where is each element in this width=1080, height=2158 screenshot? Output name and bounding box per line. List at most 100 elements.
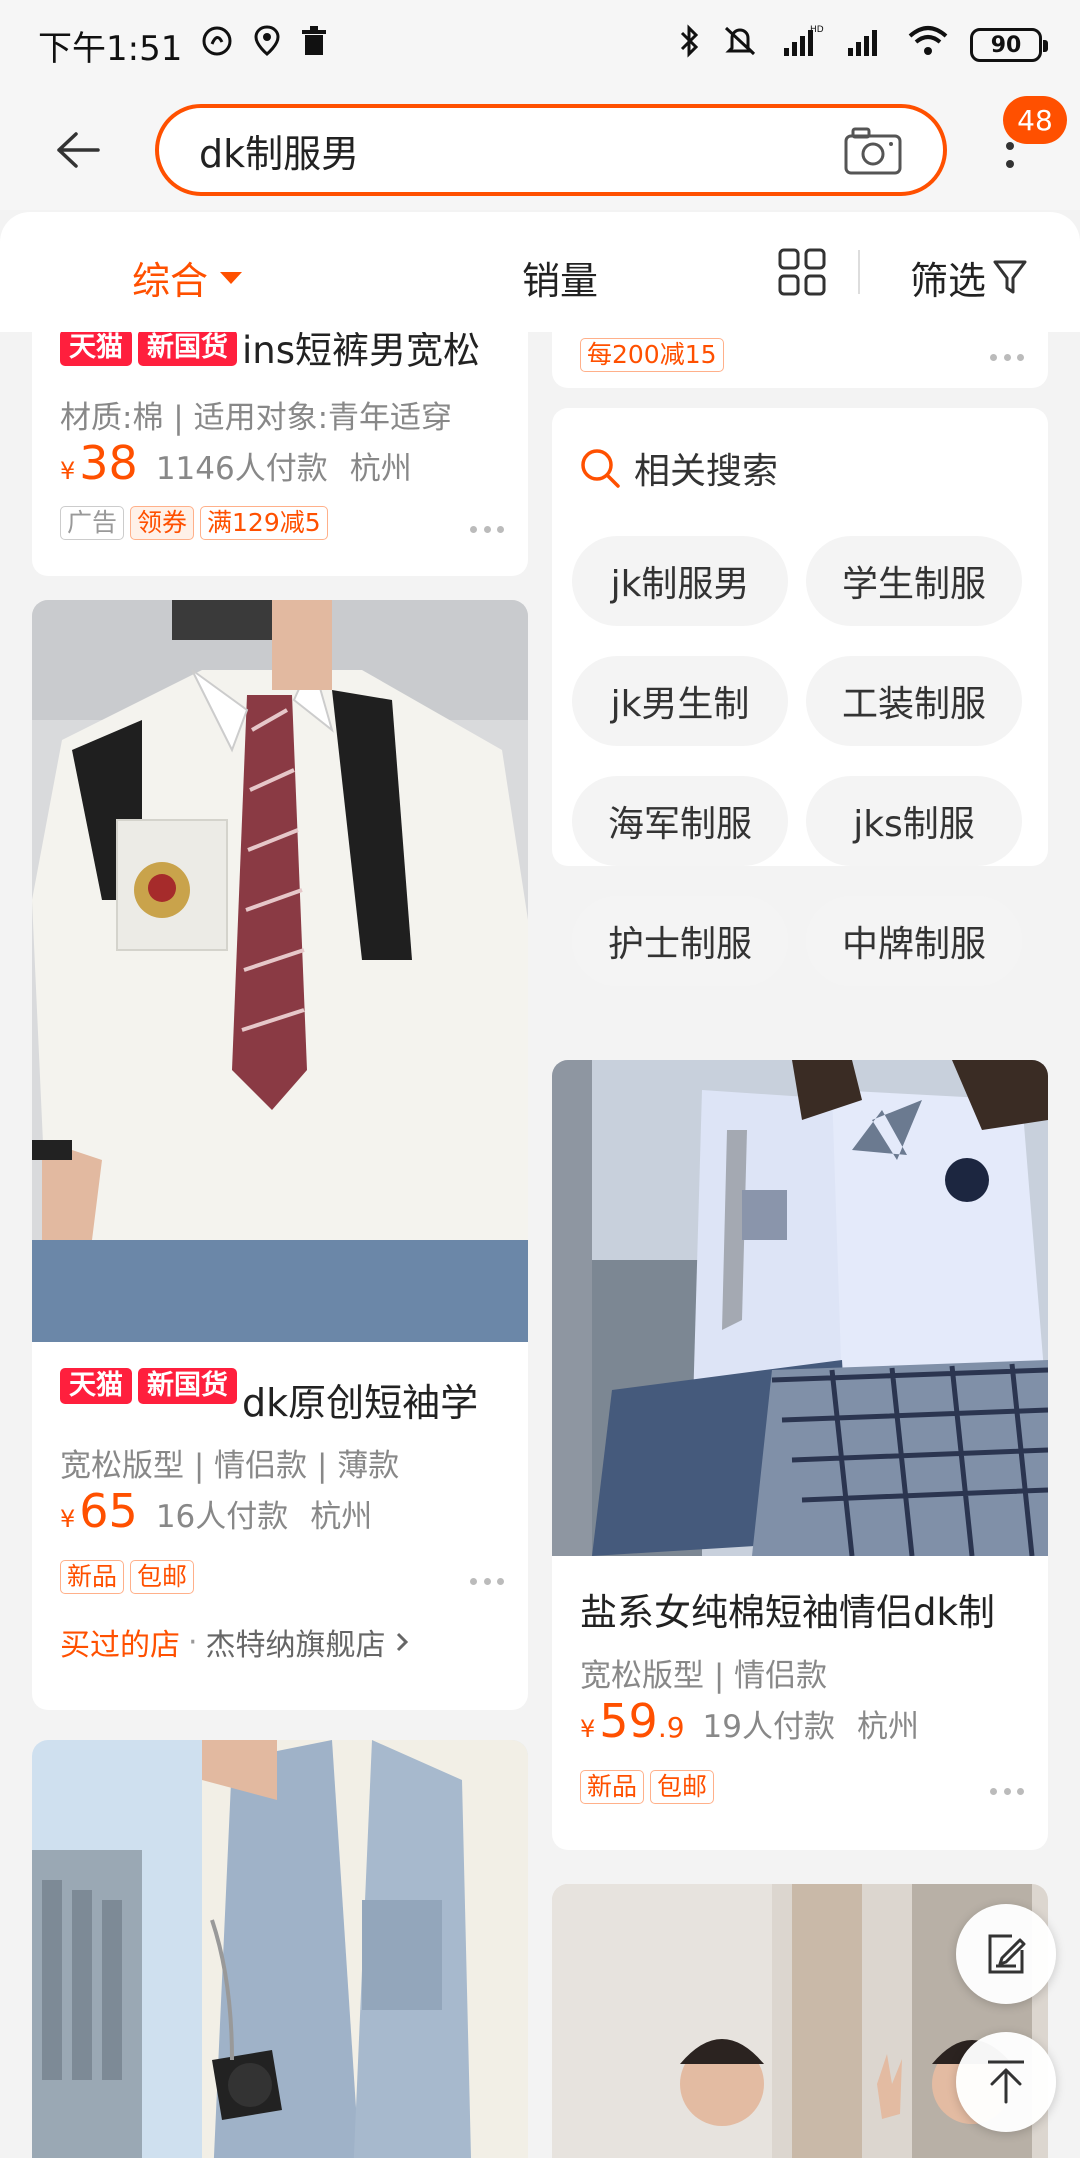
- trash-icon: [300, 25, 328, 66]
- svg-text:HD: HD: [810, 25, 824, 35]
- status-time: 下午1:51: [38, 28, 183, 69]
- app-notification-icon: [200, 24, 234, 67]
- ship-city: 杭州: [310, 1499, 373, 1535]
- sort-sales-label: 销量: [522, 259, 599, 303]
- signal-icon: [846, 24, 886, 67]
- product-card[interactable]: 每200减15: [552, 332, 1048, 388]
- chevron-right-icon: [396, 1632, 408, 1652]
- free-shipping-tag: 包邮: [650, 1770, 715, 1804]
- filter-icon: [993, 260, 1027, 293]
- product-image[interactable]: [32, 600, 528, 1342]
- more-options-icon[interactable]: [990, 352, 1024, 362]
- product-price-integer: 59: [599, 1694, 658, 1748]
- arrow-left-icon: [57, 132, 100, 168]
- product-attributes: 宽松版型 | 情侣款: [580, 1658, 828, 1694]
- related-search-card: 相关搜索 jk制服男 学生制服 jk男生制 工装制服 海军制服 jks制服 护士…: [552, 408, 1048, 986]
- product-price: 65: [79, 1484, 138, 1538]
- tmall-badge: 天猫: [60, 1368, 132, 1404]
- product-card[interactable]: [32, 1740, 528, 2158]
- search-header: dk制服男: [0, 90, 1080, 210]
- search-input[interactable]: dk制服男: [155, 104, 947, 196]
- sort-bar: 综合 销量 筛选: [0, 212, 1080, 332]
- shop-name: 杰特纳旗舰店: [205, 1628, 386, 1663]
- promo-tags: 新品 包邮: [60, 1560, 200, 1594]
- related-search-chip[interactable]: 海军制服: [572, 776, 788, 866]
- product-image[interactable]: [32, 1740, 528, 2158]
- product-price: 38: [79, 436, 138, 490]
- search-icon: [581, 449, 620, 488]
- more-options-icon[interactable]: [990, 1786, 1024, 1796]
- shop-prefix: 买过的店: [60, 1628, 180, 1663]
- related-search-chip[interactable]: 工装制服: [806, 656, 1022, 746]
- product-price-decimal: .9: [657, 1711, 685, 1744]
- caret-down-icon: [220, 271, 243, 284]
- edit-note-icon: [988, 1934, 1026, 1974]
- promo-tags: 广告 领券 满129减5: [60, 506, 334, 540]
- battery-icon: 90: [970, 28, 1048, 62]
- layout-toggle-button[interactable]: [778, 248, 826, 296]
- search-query-text: dk制服男: [199, 131, 360, 176]
- more-options-icon[interactable]: [470, 524, 504, 534]
- price-row: ¥ 65 16人付款 杭州: [60, 1484, 373, 1538]
- new-tag: 新品: [580, 1770, 645, 1804]
- price-row: ¥ 38 1146人付款 杭州: [60, 436, 412, 490]
- status-bar: 下午1:51 HD 90: [0, 0, 1080, 90]
- feedback-button[interactable]: [956, 1904, 1056, 2004]
- related-search-chip[interactable]: jk男生制: [572, 656, 788, 746]
- sales-count: 16人付款: [155, 1499, 289, 1535]
- signal-hd-icon: HD: [780, 24, 824, 67]
- more-options-icon[interactable]: [470, 1576, 504, 1586]
- product-attributes: 材质:棉 | 适用对象:青年适穿: [60, 400, 453, 436]
- filter-label: 筛选: [910, 259, 987, 303]
- product-title: dk原创短袖学: [242, 1381, 479, 1425]
- ship-city: 杭州: [857, 1709, 919, 1745]
- product-card[interactable]: 天猫 新国货 ins短裤男宽松 材质:棉 | 适用对象:青年适穿 ¥ 38 11…: [32, 332, 528, 576]
- sort-divider: [858, 250, 860, 294]
- sales-count: 19人付款: [702, 1709, 835, 1745]
- new-guohuo-badge: 新国货: [138, 1368, 237, 1404]
- ad-tag: 广告: [60, 506, 125, 540]
- ship-city: 杭州: [349, 451, 412, 487]
- location-icon: [252, 24, 282, 67]
- camera-search-button[interactable]: [843, 126, 903, 176]
- product-attributes: 宽松版型 | 情侣款 | 薄款: [60, 1448, 400, 1484]
- product-card[interactable]: 天猫 新国货 dk原创短袖学 宽松版型 | 情侣款 | 薄款 ¥ 65 16人付…: [32, 600, 528, 1710]
- related-search-chip[interactable]: 护士制服: [572, 896, 788, 986]
- related-search-chip[interactable]: jk制服男: [572, 536, 788, 626]
- filter-button[interactable]: 筛选: [910, 250, 1028, 305]
- mute-icon: [722, 24, 758, 67]
- sales-count: 1146人付款: [155, 451, 328, 487]
- related-search-chip[interactable]: 学生制服: [806, 536, 1022, 626]
- new-tag: 新品: [60, 1560, 125, 1594]
- sort-comprehensive-label: 综合: [132, 259, 209, 303]
- price-row: ¥ 59 .9 19人付款 杭州: [580, 1694, 919, 1748]
- discount-tag: 满129减5: [200, 506, 328, 540]
- promo-tags: 新品 包邮: [580, 1770, 720, 1804]
- platform-badges: 天猫 新国货: [60, 332, 243, 366]
- platform-badges: 天猫 新国货: [60, 1368, 243, 1404]
- related-search-title: 相关搜索: [634, 451, 779, 492]
- sort-sales-tab[interactable]: 销量: [522, 250, 598, 305]
- grid-view-icon: [778, 248, 826, 296]
- bluetooth-icon: [678, 23, 700, 67]
- discount-tag: 每200减15: [580, 338, 724, 372]
- camera-icon: [844, 127, 902, 175]
- free-shipping-tag: 包邮: [130, 1560, 195, 1594]
- coupon-tag: 领券: [130, 506, 195, 540]
- arrow-up-icon: [988, 2060, 1024, 2104]
- sort-comprehensive-tab[interactable]: 综合: [132, 250, 243, 305]
- related-search-chip[interactable]: 中牌制服: [806, 896, 1022, 986]
- product-card[interactable]: 盐系女纯棉短袖情侣dk制 宽松版型 | 情侣款 ¥ 59 .9 19人付款 杭州…: [552, 1060, 1048, 1850]
- notification-badge: 48: [1003, 96, 1067, 144]
- product-title: 盐系女纯棉短袖情侣dk制: [580, 1591, 995, 1634]
- shop-link[interactable]: 买过的店 · 杰特纳旗舰店: [60, 1620, 410, 1664]
- product-feed[interactable]: 天猫 新国货 ins短裤男宽松 材质:棉 | 适用对象:青年适穿 ¥ 38 11…: [0, 332, 1080, 2158]
- wifi-icon: [908, 24, 948, 67]
- back-button[interactable]: [50, 122, 106, 178]
- related-search-heading: 相关搜索: [578, 442, 778, 494]
- promo-tags: 每200减15: [580, 338, 730, 372]
- product-image[interactable]: [552, 1060, 1048, 1556]
- related-search-chip[interactable]: jks制服: [806, 776, 1022, 866]
- back-to-top-button[interactable]: [956, 2032, 1056, 2132]
- product-title: ins短裤男宽松: [242, 332, 481, 372]
